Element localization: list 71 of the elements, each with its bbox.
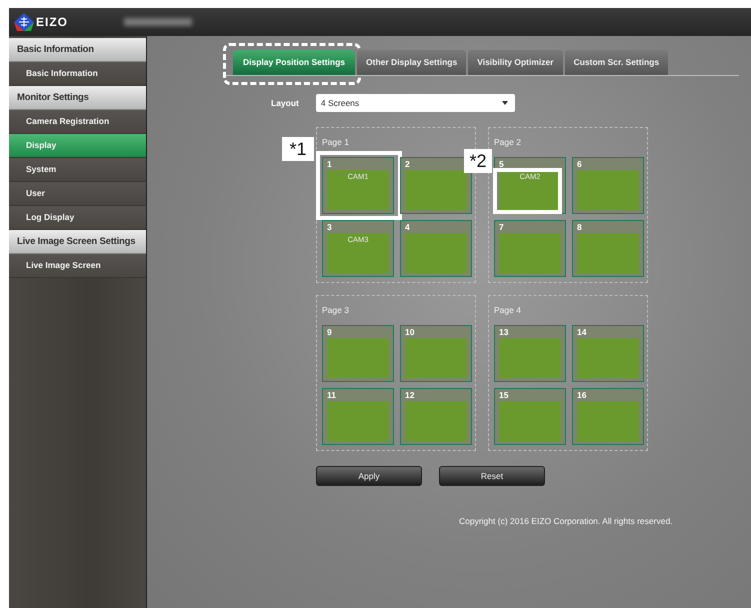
- screen-number: 8: [577, 222, 582, 232]
- screen-number: 5: [499, 159, 504, 169]
- highlight-frame: [493, 168, 562, 214]
- logo-text: EIZO: [36, 15, 68, 29]
- screen-number: 1: [327, 159, 332, 169]
- screen-number: 14: [577, 327, 586, 337]
- sidebar-item[interactable]: Camera Registration: [9, 110, 146, 134]
- screen-area: [405, 233, 467, 273]
- screen-area: [577, 401, 639, 441]
- screen-number: 4: [405, 222, 410, 232]
- screen-number: 15: [499, 390, 508, 400]
- screen-area: [499, 233, 561, 273]
- sidebar-item[interactable]: Basic Information: [9, 62, 146, 86]
- screen-tile[interactable]: 11: [322, 388, 394, 445]
- sidebar-item[interactable]: Log Display: [9, 206, 146, 230]
- sidebar-item[interactable]: Live Image Screen: [9, 254, 146, 278]
- screen-number: 2: [405, 159, 410, 169]
- screen-number: 7: [499, 222, 504, 232]
- screen-area: [577, 170, 639, 210]
- callout-label: *1: [282, 137, 314, 161]
- tab[interactable]: Visibility Optimizer: [468, 50, 563, 75]
- tab[interactable]: Display Position Settings: [233, 50, 356, 75]
- screen-area: [577, 338, 639, 378]
- screen-area: [327, 338, 389, 378]
- screen-number: 11: [327, 390, 336, 400]
- section-header: Basic Information: [9, 38, 146, 62]
- tab[interactable]: Other Display Settings: [357, 50, 466, 75]
- screen-tile[interactable]: 9: [322, 325, 394, 382]
- screen-area: [499, 401, 561, 441]
- page-title: Page 4: [494, 305, 522, 317]
- section-header: Live Image Screen Settings: [9, 230, 146, 254]
- section-header: Monitor Settings: [9, 86, 146, 110]
- screen-area: [577, 233, 639, 273]
- caret-icon: [502, 101, 508, 105]
- screen-tile[interactable]: 15: [494, 388, 566, 445]
- callout-label: *2: [464, 149, 492, 173]
- screen-tile[interactable]: 12: [400, 388, 472, 445]
- screen-tile[interactable]: 10: [400, 325, 472, 382]
- screen-tile[interactable]: 6: [572, 157, 644, 214]
- screen-tile[interactable]: 8: [572, 220, 644, 277]
- sidebar-item[interactable]: Display: [9, 134, 146, 158]
- layout-dropdown[interactable]: 4 Screens: [316, 94, 515, 112]
- page-title: Page 3: [322, 305, 350, 317]
- redacted-text: [124, 18, 192, 26]
- logo-icon: [13, 12, 35, 32]
- page-title: Page 1: [322, 137, 350, 149]
- screen-tile[interactable]: 16: [572, 388, 644, 445]
- screen-area: [405, 170, 467, 210]
- sidebar-item[interactable]: User: [9, 182, 146, 206]
- page-title: Page 2: [494, 137, 522, 149]
- screen-area: [327, 401, 389, 441]
- screen-tile[interactable]: 7: [494, 220, 566, 277]
- screen-number: 16: [577, 390, 586, 400]
- screen-tile[interactable]: 4: [400, 220, 472, 277]
- screen-number: 6: [577, 159, 582, 169]
- screen-number: 9: [327, 327, 332, 337]
- screen-area: [499, 338, 561, 378]
- screen-area: [405, 401, 467, 441]
- screen-number: 12: [405, 390, 414, 400]
- sidebar-item[interactable]: System: [9, 158, 146, 182]
- action-button[interactable]: Reset: [439, 466, 545, 486]
- screen-area: [405, 338, 467, 378]
- layout-label: Layout: [271, 98, 299, 108]
- action-button[interactable]: Apply: [316, 466, 422, 486]
- screen-tile[interactable]: 13: [494, 325, 566, 382]
- screen-number: 10: [405, 327, 414, 337]
- copyright-text: Copyright (c) 2016 EIZO Corporation. All rights reserved.: [459, 516, 674, 526]
- screen-number: 13: [499, 327, 508, 337]
- screen-number: 3: [327, 222, 332, 232]
- tab[interactable]: Custom Scr. Settings: [564, 50, 668, 75]
- screen-tile[interactable]: 14: [572, 325, 644, 382]
